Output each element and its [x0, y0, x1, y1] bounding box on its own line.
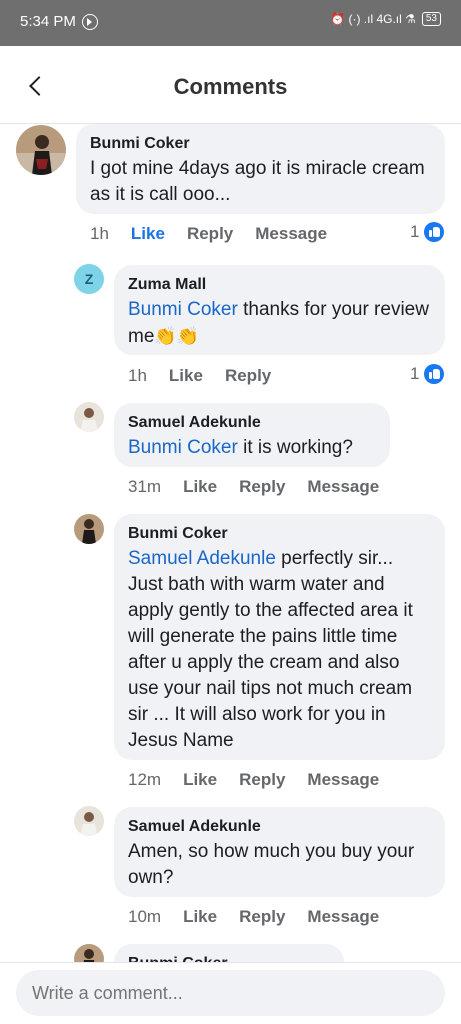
message-button[interactable]: Message [307, 907, 379, 927]
comment-author[interactable]: Samuel Adekunle [128, 412, 376, 434]
comment-text-wrap: Bunmi Coker it is working? [128, 435, 376, 461]
comment-bubble[interactable]: Samuel Adekunle Amen, so how much you bu… [114, 807, 445, 897]
comment-author[interactable]: Bunmi Coker [128, 523, 431, 545]
avatar[interactable] [74, 402, 104, 432]
comment-actions: 31m Like Reply Message [128, 477, 379, 497]
reply-button[interactable]: Reply [239, 907, 285, 927]
comment-actions: 1h Like Reply [128, 366, 271, 386]
reaction-count[interactable]: 1 [410, 364, 445, 384]
thumbs-up-icon [424, 364, 445, 384]
app-header: Comments [0, 46, 461, 124]
comment-text: it is working? [237, 437, 353, 458]
signal-icons: ⏰ (·) .ıl 4G.ıl ⚗ [330, 12, 416, 26]
comment-bubble[interactable]: Bunmi Coker I got mine 4days ago it is m… [76, 124, 445, 214]
page-title: Comments [173, 74, 288, 99]
mention-link[interactable]: Samuel Adekunle [128, 548, 276, 569]
comment-time: 31m [128, 477, 162, 496]
comment-author[interactable]: Zuma Mall [128, 274, 431, 296]
comment-actions: 10m Like Reply Message [128, 907, 379, 927]
avatar-letter: Z [84, 271, 94, 287]
like-button[interactable]: Like [183, 907, 217, 927]
comment-actions: 1h Like Reply Message [90, 224, 327, 244]
like-button[interactable]: Like [131, 224, 165, 244]
reaction-number: 1 [410, 364, 420, 383]
reaction-count[interactable]: 1 [410, 222, 445, 242]
sync-icon [82, 14, 98, 30]
comment-author[interactable]: Bunmi Coker [90, 133, 431, 155]
comment-text: I got mine 4days ago it is miracle cream… [90, 158, 425, 205]
mention-link[interactable]: Bunmi Coker [128, 299, 238, 320]
like-button[interactable]: Like [183, 477, 217, 497]
comment-text-wrap: Samuel Adekunle perfectly sir... Just ba… [128, 546, 431, 754]
reply-button[interactable]: Reply [239, 770, 285, 790]
comment-composer [0, 962, 461, 1024]
thumbs-up-icon [424, 222, 445, 242]
comment-bubble[interactable]: Bunmi Coker Samuel Adekunle perfectly si… [114, 514, 445, 760]
comment-text: Amen, so how much you buy your own? [128, 841, 415, 888]
avatar[interactable]: Z [74, 264, 104, 294]
clapping-hands-emoji: 👏👏 [154, 326, 200, 346]
reply-button[interactable]: Reply [225, 366, 271, 386]
message-button[interactable]: Message [307, 477, 379, 497]
status-indicators: ⏰ (·) .ıl 4G.ıl ⚗ 53 [330, 12, 441, 26]
status-bar: 5:34 PM ⏰ (·) .ıl 4G.ıl ⚗ 53 [0, 0, 461, 46]
message-button[interactable]: Message [307, 770, 379, 790]
mention-link[interactable]: Bunmi Coker [128, 437, 238, 458]
comment-bubble[interactable]: Samuel Adekunle Bunmi Coker it is workin… [114, 403, 390, 467]
comment-text: perfectly sir... Just bath with warm wat… [128, 548, 413, 751]
reply-button[interactable]: Reply [239, 477, 285, 497]
status-time: 5:34 PM [20, 13, 76, 30]
like-button[interactable]: Like [169, 366, 203, 386]
comment-time: 10m [128, 907, 162, 926]
message-button[interactable]: Message [255, 224, 327, 244]
comment-time: 1h [90, 224, 109, 243]
comment-bubble[interactable]: Zuma Mall Bunmi Coker thanks for your re… [114, 265, 445, 355]
comment-time: 12m [128, 770, 162, 789]
comment-author[interactable]: Samuel Adekunle [128, 816, 431, 838]
comment-text-wrap: Bunmi Coker thanks for your review me👏👏 [128, 297, 431, 350]
like-button[interactable]: Like [183, 770, 217, 790]
comment-actions: 12m Like Reply Message [128, 770, 379, 790]
reaction-number: 1 [410, 222, 420, 241]
comment-input[interactable] [16, 970, 445, 1016]
comment-time: 1h [128, 366, 147, 385]
battery-icon: 53 [421, 12, 441, 26]
reply-button[interactable]: Reply [187, 224, 233, 244]
avatar[interactable] [74, 806, 104, 836]
avatar[interactable] [74, 514, 104, 544]
avatar[interactable] [16, 125, 66, 175]
